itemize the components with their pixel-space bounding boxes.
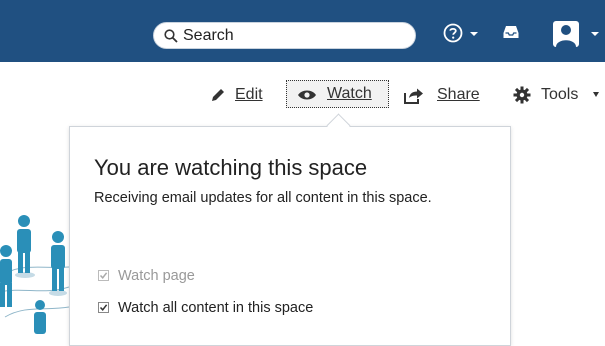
search-input[interactable]: Search bbox=[153, 22, 416, 49]
help-icon bbox=[443, 23, 463, 47]
watch-all-content-checkbox[interactable] bbox=[98, 302, 109, 313]
share-icon bbox=[404, 87, 424, 109]
chevron-down-icon bbox=[470, 32, 478, 36]
watch-page-label: Watch page bbox=[118, 268, 195, 284]
dialog-title: You are watching this space bbox=[94, 155, 368, 180]
gear-icon bbox=[513, 86, 531, 109]
watch-button[interactable]: Watch bbox=[286, 80, 389, 108]
notifications-button[interactable] bbox=[503, 25, 519, 44]
search-placeholder: Search bbox=[183, 27, 234, 44]
inbox-icon bbox=[503, 26, 519, 43]
share-button[interactable]: Share bbox=[404, 83, 484, 109]
background-illustration bbox=[0, 207, 69, 334]
dialog-description: Receiving email updates for all content … bbox=[94, 190, 432, 206]
pencil-icon bbox=[210, 87, 226, 108]
chevron-down-icon bbox=[593, 92, 599, 97]
user-menu-button[interactable] bbox=[553, 21, 599, 52]
edit-label: Edit bbox=[235, 86, 263, 103]
search-icon bbox=[164, 29, 178, 48]
watch-dialog: You are watching this space Receiving em… bbox=[69, 126, 511, 346]
watch-all-content-label: Watch all content in this space bbox=[118, 300, 314, 316]
tools-label: Tools bbox=[541, 86, 579, 103]
help-menu-button[interactable] bbox=[443, 23, 478, 48]
tools-menu-button[interactable]: Tools bbox=[513, 83, 605, 109]
chevron-down-icon bbox=[591, 32, 599, 36]
watch-label: Watch bbox=[327, 85, 372, 102]
top-navigation-bar: Search bbox=[0, 0, 605, 62]
share-label: Share bbox=[437, 86, 480, 103]
eye-icon bbox=[297, 88, 317, 106]
user-icon bbox=[553, 21, 579, 51]
edit-button[interactable]: Edit bbox=[210, 83, 270, 109]
watch-page-checkbox[interactable] bbox=[98, 270, 109, 281]
